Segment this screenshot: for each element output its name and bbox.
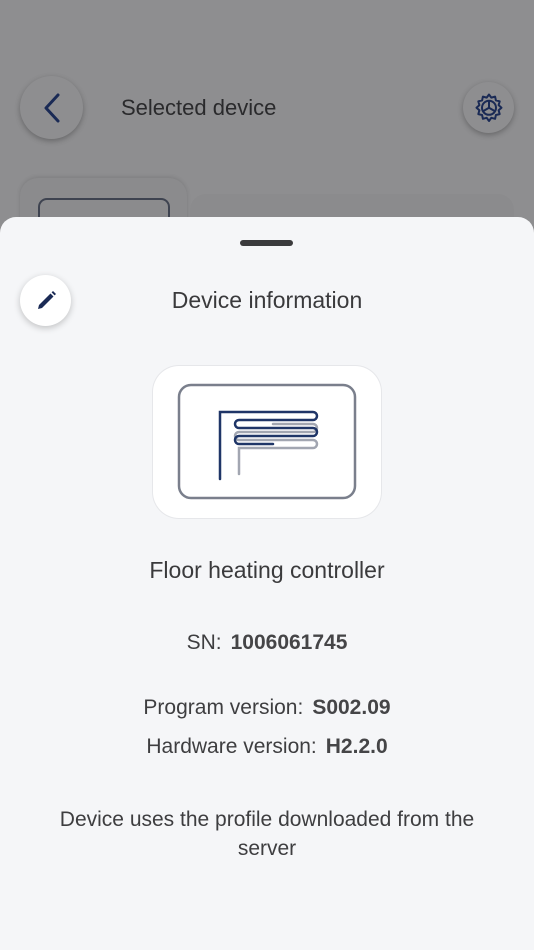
settings-button[interactable] bbox=[463, 82, 514, 133]
profile-note: Device uses the profile downloaded from … bbox=[59, 808, 475, 860]
gear-icon bbox=[475, 93, 502, 122]
sn-value: 1006061745 bbox=[230, 631, 348, 654]
hardware-version-value: H2.2.0 bbox=[325, 735, 388, 758]
hardware-version-row: Hardware version: H2.2.0 bbox=[0, 735, 534, 759]
sn-label: SN: bbox=[186, 631, 222, 654]
program-version-label: Program version: bbox=[143, 696, 304, 719]
floor-heating-icon bbox=[177, 383, 357, 500]
sheet-grabber-handle[interactable] bbox=[240, 240, 293, 246]
chevron-left-icon bbox=[44, 93, 59, 122]
program-version-value: S002.09 bbox=[312, 696, 391, 719]
hardware-version-label: Hardware version: bbox=[146, 735, 317, 758]
back-button[interactable] bbox=[20, 76, 83, 139]
device-info-sheet: Device information Floor heating control… bbox=[0, 217, 534, 950]
device-image-card bbox=[153, 366, 381, 518]
screen-title: Selected device bbox=[121, 95, 277, 120]
serial-number-row: SN: 1006061745 bbox=[0, 631, 534, 655]
device-name: Floor heating controller bbox=[149, 557, 385, 583]
program-version-row: Program version: S002.09 bbox=[0, 696, 534, 720]
sheet-title: Device information bbox=[171, 287, 363, 313]
